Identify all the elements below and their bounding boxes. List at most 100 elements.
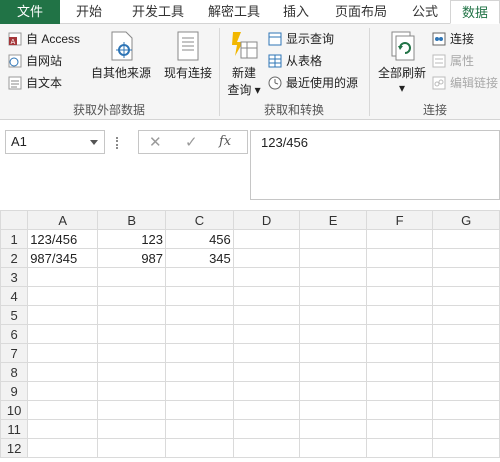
column-header-a[interactable]: A (27, 210, 99, 230)
connections-button[interactable]: 连接 (432, 30, 474, 47)
tab-developer[interactable]: 开发工具 (118, 0, 198, 24)
cell-a10[interactable] (27, 400, 99, 420)
cell-b4[interactable] (97, 286, 167, 306)
cell-b3[interactable] (97, 267, 167, 287)
tab-home[interactable]: 开始 (60, 0, 118, 24)
column-header-g[interactable]: G (432, 210, 500, 230)
cell-d7[interactable] (232, 343, 301, 363)
column-header-f[interactable]: F (365, 210, 434, 230)
column-header-c[interactable]: C (165, 210, 234, 230)
cell-c10[interactable] (165, 400, 234, 420)
cell-e10[interactable] (299, 400, 367, 420)
cell-a8[interactable] (27, 362, 99, 382)
cell-b6[interactable] (97, 324, 167, 344)
cell-b7[interactable] (97, 343, 167, 363)
cell-e6[interactable] (299, 324, 367, 344)
cell-d8[interactable] (232, 362, 301, 382)
cell-g6[interactable] (432, 324, 500, 344)
cell-e9[interactable] (299, 381, 367, 401)
cell-g1[interactable] (432, 229, 500, 249)
cell-a11[interactable] (27, 419, 99, 439)
tab-data[interactable]: 数据 (450, 0, 500, 24)
row-header[interactable]: 7 (0, 343, 29, 363)
show-queries-button[interactable]: 显示查询 (268, 30, 334, 47)
chevron-down-icon[interactable] (90, 140, 98, 145)
row-header[interactable]: 9 (0, 381, 29, 401)
cell-d12[interactable] (232, 438, 301, 458)
cell-c4[interactable] (165, 286, 234, 306)
row-header[interactable]: 5 (0, 305, 29, 325)
cell-f8[interactable] (365, 362, 434, 382)
cell-a5[interactable] (27, 305, 99, 325)
row-header[interactable]: 12 (0, 438, 29, 458)
refresh-all-button[interactable]: 全部刷新 ▾ (374, 30, 430, 95)
cell-c5[interactable] (165, 305, 234, 325)
cell-e7[interactable] (299, 343, 367, 363)
cell-e2[interactable] (299, 248, 367, 268)
cell-f10[interactable] (365, 400, 434, 420)
cell-e11[interactable] (299, 419, 367, 439)
cell-f9[interactable] (365, 381, 434, 401)
cell-d11[interactable] (232, 419, 301, 439)
cell-b12[interactable] (97, 438, 167, 458)
cell-a12[interactable] (27, 438, 99, 458)
row-header[interactable]: 10 (0, 400, 29, 420)
from-other-sources-button[interactable]: 自其他来源 (90, 30, 152, 81)
cell-b11[interactable] (97, 419, 167, 439)
cell-c7[interactable] (165, 343, 234, 363)
cell-f5[interactable] (365, 305, 434, 325)
tab-formulas[interactable]: 公式 (400, 0, 450, 24)
tab-insert[interactable]: 插入 (270, 0, 322, 24)
tab-decrypt-tools[interactable]: 解密工具 (198, 0, 270, 24)
insert-function-icon[interactable]: fx (219, 134, 231, 149)
cell-d2[interactable] (232, 248, 301, 268)
cell-c6[interactable] (165, 324, 234, 344)
from-text-button[interactable]: 自文本 (8, 74, 62, 91)
cell-c11[interactable] (165, 419, 234, 439)
cell-b1[interactable]: 123 (97, 229, 167, 249)
properties-button[interactable]: 属性 (432, 52, 474, 69)
cell-c12[interactable] (165, 438, 234, 458)
cell-a7[interactable] (27, 343, 99, 363)
cell-e4[interactable] (299, 286, 367, 306)
new-query-button[interactable]: 新建 查询 ▾ (224, 30, 264, 98)
cell-d5[interactable] (232, 305, 301, 325)
cell-e5[interactable] (299, 305, 367, 325)
column-header-e[interactable]: E (299, 210, 367, 230)
cell-g3[interactable] (432, 267, 500, 287)
resize-handle[interactable] (116, 137, 119, 149)
row-header[interactable]: 6 (0, 324, 29, 344)
row-header[interactable]: 11 (0, 419, 29, 439)
cell-f2[interactable] (365, 248, 434, 268)
cell-e12[interactable] (299, 438, 367, 458)
cell-a6[interactable] (27, 324, 99, 344)
cell-a4[interactable] (27, 286, 99, 306)
row-header[interactable]: 4 (0, 286, 29, 306)
cell-d6[interactable] (232, 324, 301, 344)
cell-g9[interactable] (432, 381, 500, 401)
cell-g4[interactable] (432, 286, 500, 306)
cell-a3[interactable] (27, 267, 99, 287)
row-header[interactable]: 8 (0, 362, 29, 382)
cell-b5[interactable] (97, 305, 167, 325)
from-web-button[interactable]: 自网站 (8, 52, 62, 69)
column-header-b[interactable]: B (97, 210, 167, 230)
cell-d10[interactable] (232, 400, 301, 420)
row-header[interactable]: 2 (0, 248, 29, 268)
name-box[interactable]: A1 (5, 130, 105, 154)
existing-connections-button[interactable]: 现有连接 (160, 30, 216, 81)
cell-a1[interactable]: 123/456 (27, 229, 99, 249)
cancel-icon[interactable]: ✕ (149, 133, 162, 151)
cell-g8[interactable] (432, 362, 500, 382)
cell-b8[interactable] (97, 362, 167, 382)
edit-links-button[interactable]: 编辑链接 (432, 74, 498, 91)
cell-c2[interactable]: 345 (165, 248, 234, 268)
from-access-button[interactable]: A 自 Access (8, 30, 80, 47)
cell-g12[interactable] (432, 438, 500, 458)
cell-d9[interactable] (232, 381, 301, 401)
cell-a2[interactable]: 987/345 (27, 248, 99, 268)
cell-a9[interactable] (27, 381, 99, 401)
cell-g10[interactable] (432, 400, 500, 420)
tab-file[interactable]: 文件 (0, 0, 60, 24)
cell-f12[interactable] (365, 438, 434, 458)
